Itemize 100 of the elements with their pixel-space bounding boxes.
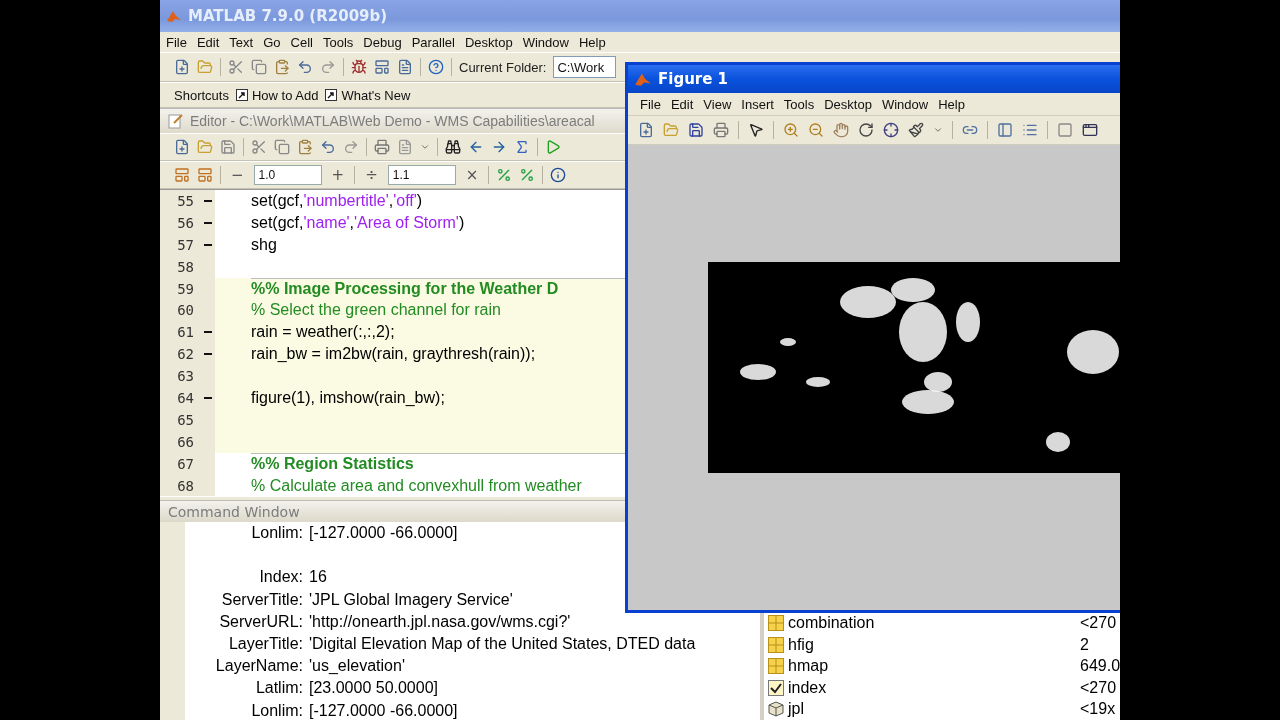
- binoculars-icon[interactable]: [445, 139, 461, 155]
- open-folder-icon[interactable]: [663, 122, 679, 138]
- code-line: % Calculate area and convexhull from weather: [251, 476, 582, 495]
- run-icon[interactable]: [545, 139, 561, 155]
- back-icon[interactable]: [468, 139, 484, 155]
- shortcut-icon: [235, 89, 248, 101]
- menu-item[interactable]: File: [164, 34, 195, 50]
- menu-item[interactable]: Insert: [739, 96, 782, 112]
- help-icon[interactable]: [428, 59, 444, 75]
- menu-item[interactable]: Desktop: [822, 96, 880, 112]
- variable-value: 649.0: [1080, 657, 1120, 676]
- square-icon[interactable]: [1057, 122, 1073, 138]
- layout-icon[interactable]: [374, 59, 390, 75]
- menu-item[interactable]: Cell: [288, 34, 321, 50]
- function-icon[interactable]: [514, 139, 530, 155]
- increment-button[interactable]: +: [328, 166, 348, 184]
- variable-value: <19x: [1080, 700, 1117, 719]
- decrement-field[interactable]: 1.0: [253, 165, 322, 185]
- line-number: 60: [176, 302, 194, 319]
- variable-value: <270: [1080, 678, 1118, 697]
- undo-icon[interactable]: [320, 139, 336, 155]
- output-value: [-127.0000 -66.0000]: [309, 701, 458, 720]
- editor-title: Editor - C:\Work\MATLAB\Web Demo - WMS Capabilities\areacal: [190, 113, 595, 129]
- line-number: 68: [176, 477, 194, 494]
- zoom-out-icon[interactable]: [808, 122, 824, 138]
- percent-icon[interactable]: [496, 167, 513, 183]
- menu-item[interactable]: Edit: [668, 96, 702, 112]
- menu-item[interactable]: Help: [576, 34, 614, 50]
- output-key: LayerTitle:: [185, 635, 303, 654]
- menu-item[interactable]: Desktop: [463, 34, 521, 50]
- forward-icon[interactable]: [491, 139, 507, 155]
- shortcut-link[interactable]: What's New: [325, 87, 411, 103]
- crosshair-icon[interactable]: [883, 122, 899, 138]
- new-file-icon[interactable]: [174, 139, 190, 155]
- menu-item[interactable]: Help: [936, 96, 973, 112]
- legend-icon[interactable]: [1022, 122, 1038, 138]
- zoom-in-icon[interactable]: [783, 122, 799, 138]
- bug-icon[interactable]: [351, 59, 367, 75]
- variable-name[interactable]: hfig: [788, 635, 814, 654]
- menu-item[interactable]: Window: [879, 96, 937, 112]
- document-icon[interactable]: [397, 59, 413, 75]
- info-icon[interactable]: [550, 167, 567, 183]
- menu-item[interactable]: Text: [227, 34, 262, 50]
- hand-icon[interactable]: [833, 122, 849, 138]
- print-icon[interactable]: [713, 122, 729, 138]
- paste-icon[interactable]: [274, 59, 290, 75]
- menu-item[interactable]: Go: [261, 34, 289, 50]
- print-icon[interactable]: [374, 139, 390, 155]
- shortcuts-label[interactable]: Shortcuts: [174, 87, 229, 103]
- cut-icon[interactable]: [228, 59, 244, 75]
- percent-icon[interactable]: [519, 167, 536, 183]
- menu-item[interactable]: File: [638, 96, 669, 112]
- open-folder-icon[interactable]: [197, 59, 213, 75]
- caret-icon[interactable]: [933, 125, 943, 135]
- code-line: shg: [251, 235, 277, 254]
- cut-icon[interactable]: [251, 139, 267, 155]
- divide-button[interactable]: ÷: [362, 166, 381, 184]
- menu-item[interactable]: Edit: [194, 34, 228, 50]
- pointer-icon[interactable]: [748, 122, 764, 138]
- shortcut-link[interactable]: How to Add: [235, 87, 319, 103]
- code-line: figure(1), imshow(rain_bw);: [251, 388, 445, 407]
- multiplier-field[interactable]: 1.1: [387, 165, 456, 185]
- menu-item[interactable]: Tools: [320, 34, 362, 50]
- undo-icon[interactable]: [297, 59, 313, 75]
- colorbar-icon[interactable]: [997, 122, 1013, 138]
- line-number: 66: [176, 433, 194, 450]
- current-folder-field[interactable]: C:\Work: [553, 56, 617, 78]
- copy-icon[interactable]: [251, 59, 267, 75]
- multiply-button[interactable]: ×: [462, 166, 482, 184]
- variable-name[interactable]: jpl: [788, 700, 804, 719]
- open-folder-icon[interactable]: [197, 139, 213, 155]
- menu-item[interactable]: View: [701, 96, 740, 112]
- matrix-icon: [768, 615, 784, 632]
- paste-icon[interactable]: [297, 139, 313, 155]
- panel-icon[interactable]: [1082, 122, 1098, 138]
- variable-name[interactable]: combination: [788, 614, 875, 633]
- document-icon[interactable]: [397, 139, 413, 155]
- menu-item[interactable]: Tools: [781, 96, 823, 112]
- variable-name[interactable]: index: [788, 678, 827, 697]
- menu-item[interactable]: Window: [520, 34, 577, 50]
- redo-icon[interactable]: [320, 59, 336, 75]
- panel-title: Command Window: [168, 503, 300, 520]
- line-number: 64: [176, 389, 194, 406]
- menu-item[interactable]: Debug: [361, 34, 410, 50]
- line-number: 61: [176, 324, 194, 341]
- copy-icon[interactable]: [274, 139, 290, 155]
- matrix-icon: [768, 636, 784, 653]
- rotate-icon[interactable]: [858, 122, 874, 138]
- output-value: 'Digital Elevation Map of the United States, DTED data: [309, 635, 696, 654]
- variable-name[interactable]: hmap: [788, 657, 829, 676]
- redo-icon[interactable]: [343, 139, 359, 155]
- save-icon[interactable]: [688, 122, 704, 138]
- output-key: ServerTitle:: [185, 590, 303, 609]
- decrement-button[interactable]: −: [228, 166, 247, 184]
- new-file-icon[interactable]: [638, 122, 654, 138]
- menu-item[interactable]: Parallel: [409, 34, 463, 50]
- brush-icon[interactable]: [908, 122, 924, 138]
- line-number: 58: [176, 258, 194, 275]
- new-file-icon[interactable]: [174, 59, 190, 75]
- caret-icon[interactable]: [420, 142, 430, 152]
